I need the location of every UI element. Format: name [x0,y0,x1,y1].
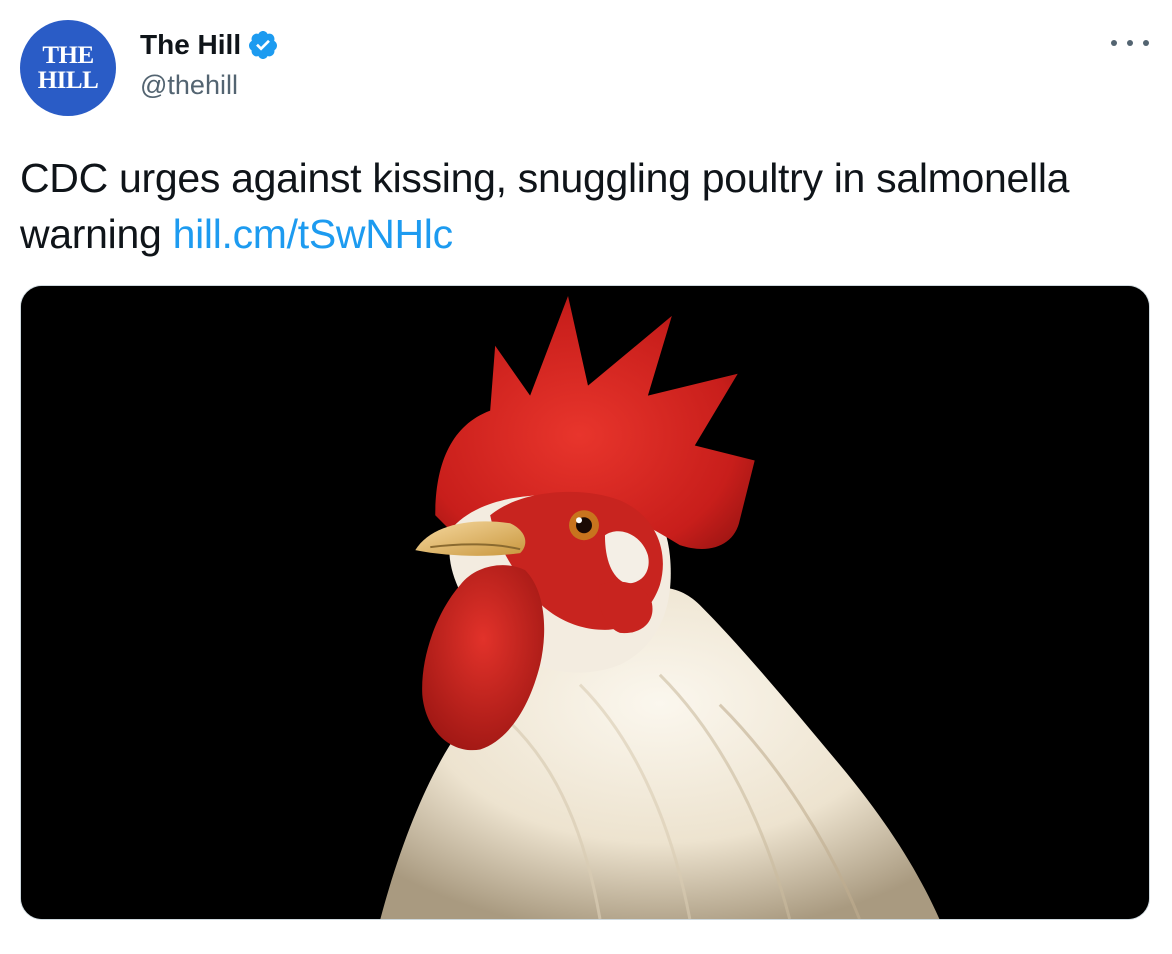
tweet-media-image[interactable] [20,285,1150,920]
more-horizontal-icon [1111,40,1117,46]
avatar-logo-line1: THE [42,42,94,69]
tweet-card: THE HILL The Hill @thehill CDC urges aga… [0,0,1172,954]
author-display-name[interactable]: The Hill [140,29,241,61]
tweet-link[interactable]: hill.cm/tSwNHlc [173,211,454,257]
more-options-button[interactable] [1108,28,1152,58]
more-horizontal-icon [1143,40,1149,46]
author-handle[interactable]: @thehill [140,70,238,101]
tweet-text: CDC urges against kissing, snuggling pou… [20,150,1140,262]
author-name-row[interactable]: The Hill [140,26,279,64]
more-horizontal-icon [1127,40,1133,46]
avatar-logo: THE HILL [20,43,116,93]
rooster-photo [21,286,1149,919]
author-avatar[interactable]: THE HILL [20,20,116,116]
verified-badge-icon [249,31,278,59]
avatar-logo-line2: HILL [37,67,99,94]
